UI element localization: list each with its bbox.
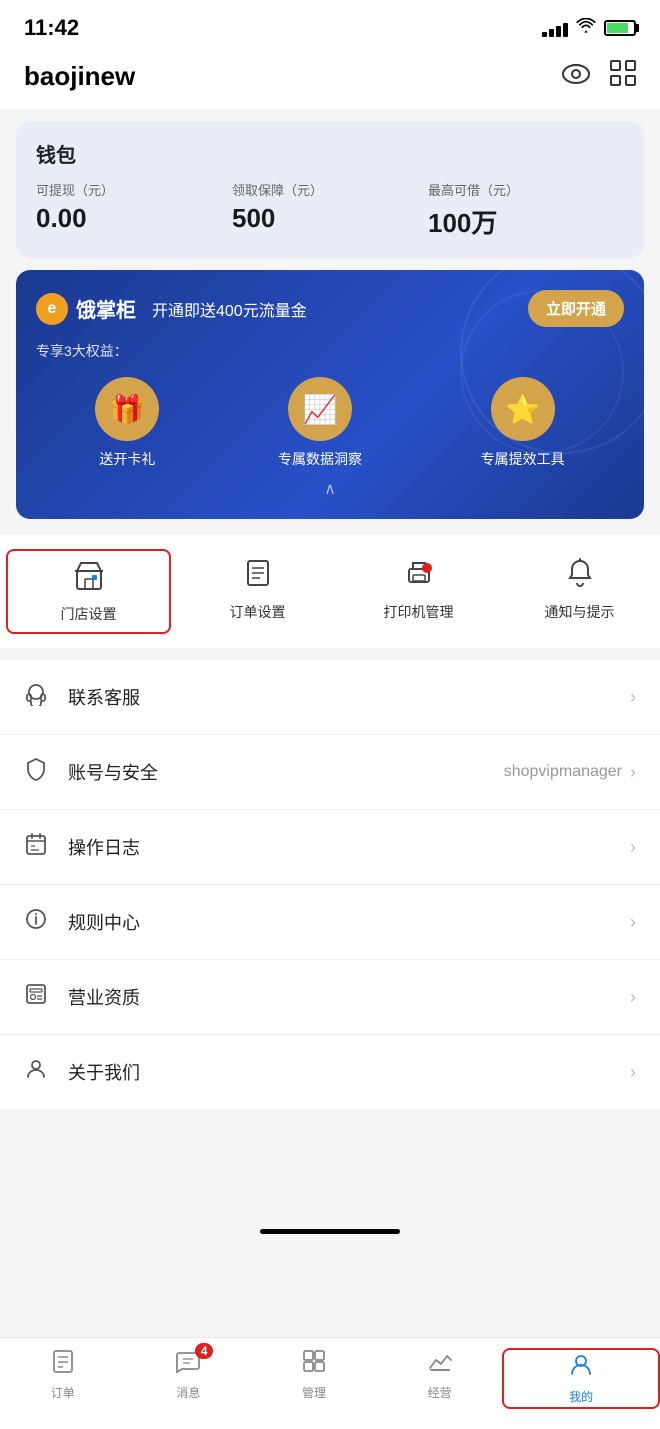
wifi-icon: [576, 18, 596, 39]
printer-icon: [403, 557, 435, 596]
license-icon: [24, 982, 60, 1012]
info-icon: [24, 907, 60, 937]
bottom-nav: 订单 4 消息 管理: [0, 1337, 660, 1429]
nav-label-mine: 我的: [569, 1388, 593, 1405]
settings-label-2: 打印机管理: [384, 602, 454, 622]
menu-item-rules[interactable]: 规则中心 ›: [0, 885, 660, 960]
settings-label-1: 订单设置: [230, 602, 286, 622]
menu-section: 联系客服 › 账号与安全 shopvipmanager ›: [0, 660, 660, 1109]
app-title: baojinew: [24, 61, 135, 92]
nav-item-manage[interactable]: 管理: [251, 1348, 377, 1409]
chevron-right-icon-3: ›: [630, 912, 636, 933]
wallet-value-2: 100万: [428, 203, 624, 240]
home-indicator: [260, 1229, 400, 1234]
promo-benefit-1[interactable]: 📈 专属数据洞察: [278, 377, 362, 469]
chevron-right-icon-5: ›: [630, 1062, 636, 1083]
nav-item-messages[interactable]: 4 消息: [126, 1348, 252, 1409]
signal-icon: [542, 19, 568, 37]
bell-icon: [564, 557, 596, 596]
eye-icon[interactable]: [562, 63, 590, 91]
promo-banner[interactable]: e 饿掌柜 开通即送400元流量金 立即开通 专享3大权益： 🎁 送开卡礼 📈 …: [16, 270, 644, 519]
wallet-label-0: 可提现（元）: [36, 180, 232, 199]
promo-benefit-icon-2: ⭐: [491, 377, 555, 441]
promo-benefit-label-0: 送开卡礼: [99, 449, 155, 469]
orders-icon: [50, 1348, 76, 1381]
wallet-item-guarantee[interactable]: 领取保障（元） 500: [232, 180, 428, 240]
menu-item-operation-log[interactable]: 操作日志 ›: [0, 810, 660, 885]
wallet-value-1: 500: [232, 203, 428, 234]
chevron-right-icon-0: ›: [630, 687, 636, 708]
promo-benefit-icon-0: 🎁: [95, 377, 159, 441]
menu-label-about: 关于我们: [68, 1059, 622, 1085]
promo-benefit-label-2: 专属提效工具: [481, 449, 565, 469]
wallet-items: 可提现（元） 0.00 领取保障（元） 500 最高可借（元） 100万: [36, 180, 624, 240]
mine-icon: [568, 1352, 594, 1385]
nav-item-mine[interactable]: 我的: [502, 1348, 660, 1409]
settings-grid: 门店设置 订单设置 打印机管理: [0, 535, 660, 648]
status-bar: 11:42: [0, 0, 660, 50]
store-icon: [73, 559, 105, 598]
messages-badge: 4: [195, 1343, 214, 1359]
promo-benefit-2[interactable]: ⭐ 专属提效工具: [481, 377, 565, 469]
nav-label-manage: 管理: [302, 1384, 326, 1401]
headphone-icon: [24, 682, 60, 712]
settings-label-3: 通知与提示: [545, 602, 615, 622]
manage-icon: [301, 1348, 327, 1381]
menu-label-operation-log: 操作日志: [68, 834, 622, 860]
promo-logo: e: [36, 293, 68, 325]
order-settings-icon: [242, 557, 274, 596]
menu-item-customer-service[interactable]: 联系客服 ›: [0, 660, 660, 735]
menu-item-about[interactable]: 关于我们 ›: [0, 1035, 660, 1109]
chevron-right-icon-4: ›: [630, 987, 636, 1008]
nav-label-orders: 订单: [51, 1384, 75, 1401]
nav-item-business[interactable]: 经营: [377, 1348, 503, 1409]
menu-item-account-security[interactable]: 账号与安全 shopvipmanager ›: [0, 735, 660, 810]
calendar-icon: [24, 832, 60, 862]
wallet-value-0: 0.00: [36, 203, 232, 234]
promo-brand: e 饿掌柜 开通即送400元流量金: [36, 293, 307, 325]
wallet-label-2: 最高可借（元）: [428, 180, 624, 199]
header-actions: [562, 60, 636, 93]
settings-item-notification[interactable]: 通知与提示: [499, 543, 660, 640]
wallet-item-borrow[interactable]: 最高可借（元） 100万: [428, 180, 624, 240]
nav-label-business: 经营: [428, 1384, 452, 1401]
wallet-card: 钱包 可提现（元） 0.00 领取保障（元） 500 最高可借（元） 100万: [16, 121, 644, 258]
menu-item-business-license[interactable]: 营业资质 ›: [0, 960, 660, 1035]
promo-collapse-icon[interactable]: ∧: [36, 479, 624, 499]
scan-icon[interactable]: [610, 60, 636, 93]
nav-label-messages: 消息: [176, 1384, 200, 1401]
menu-label-account-security: 账号与安全: [68, 759, 504, 785]
menu-label-business-license: 营业资质: [68, 984, 622, 1010]
status-time: 11:42: [24, 15, 79, 41]
settings-item-store[interactable]: 门店设置: [6, 549, 171, 634]
menu-value-account-security: shopvipmanager: [504, 763, 622, 781]
settings-item-order[interactable]: 订单设置: [177, 543, 338, 640]
shield-icon: [24, 757, 60, 787]
promo-benefits: 🎁 送开卡礼 📈 专属数据洞察 ⭐ 专属提效工具: [36, 377, 624, 469]
battery-icon: [604, 20, 636, 36]
promo-brand-name: 饿掌柜: [76, 294, 136, 323]
promo-benefit-icon-1: 📈: [288, 377, 352, 441]
menu-label-rules: 规则中心: [68, 909, 622, 935]
status-icons: [542, 18, 636, 39]
menu-label-customer-service: 联系客服: [68, 684, 622, 710]
promo-benefit-label-1: 专属数据洞察: [278, 449, 362, 469]
wallet-label-1: 领取保障（元）: [232, 180, 428, 199]
promo-top: e 饿掌柜 开通即送400元流量金 立即开通: [36, 290, 624, 327]
promo-open-button[interactable]: 立即开通: [528, 290, 624, 327]
promo-subtitle: 专享3大权益：: [36, 341, 624, 361]
chevron-right-icon-2: ›: [630, 837, 636, 858]
wallet-item-withdraw[interactable]: 可提现（元） 0.00: [36, 180, 232, 240]
chevron-right-icon-1: ›: [630, 762, 636, 783]
business-icon: [427, 1348, 453, 1381]
messages-icon: 4: [175, 1348, 201, 1381]
settings-label-0: 门店设置: [61, 604, 117, 624]
settings-item-printer[interactable]: 打印机管理: [338, 543, 499, 640]
header: baojinew: [0, 50, 660, 109]
promo-benefit-0[interactable]: 🎁 送开卡礼: [95, 377, 159, 469]
promo-desc: 开通即送400元流量金: [152, 297, 307, 321]
wallet-title: 钱包: [36, 139, 624, 168]
about-icon: [24, 1057, 60, 1087]
nav-item-orders[interactable]: 订单: [0, 1348, 126, 1409]
